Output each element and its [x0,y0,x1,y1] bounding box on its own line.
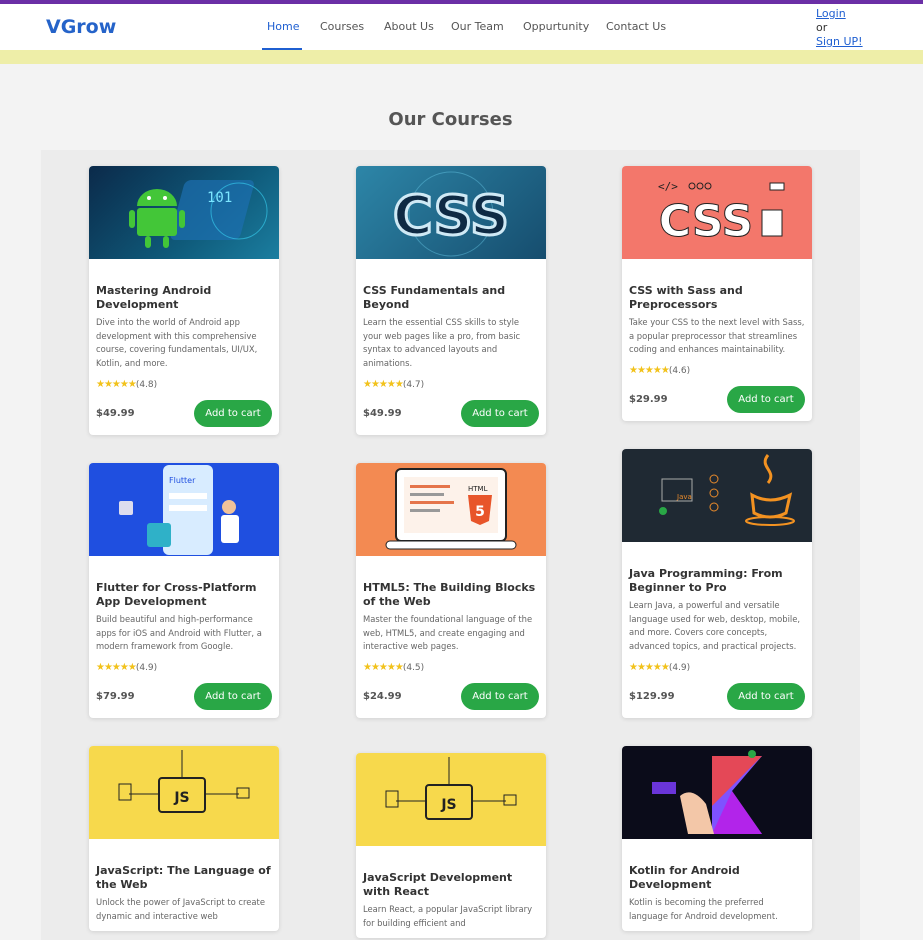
svg-text:CSS: CSS [659,196,754,247]
rating-value: (4.5) [402,663,425,674]
course-title: CSS Fundamentals and Beyond [363,284,506,311]
course-rating: ★★★★★(4.7) [363,379,539,390]
svg-text:CSS: CSS [393,184,509,247]
course-card-kotlin: Kotlin for Android Development Kotlin is… [622,746,812,932]
css-logo-icon: CSS [392,171,511,257]
rating-stars: ★★★★★ [96,378,137,390]
rating-stars: ★★★★★ [363,662,404,674]
course-rating: ★★★★★(4.9) [629,662,805,673]
auth-links: Login or Sign UP! [816,7,863,49]
navbar: VGrow Home Courses About Us Our Team Opp… [0,4,923,50]
nav-opportunity[interactable]: Oppurtunity [523,20,589,33]
add-to-cart-button[interactable]: Add to cart [194,683,272,711]
course-price: $49.99 [363,407,402,419]
add-to-cart-button[interactable]: Add to cart [727,386,805,414]
course-description: Learn React, a popular JavaScript librar… [363,904,533,928]
html5-laptop-icon: HTML 5 [385,468,517,550]
add-to-cart-button[interactable]: Add to cart [461,399,539,427]
course-title: Java Programming: From Beginner to Pro [629,567,783,594]
android-robot-icon: 101 [129,180,268,248]
react-course-image: JS [356,753,546,846]
course-title: Mastering Android Development [96,284,212,311]
svg-text:</>: </> [658,180,678,193]
css-document-icon: </> CSS [658,180,785,248]
course-card-java: Java Java Programming: From Beginner to … [622,449,812,718]
java-course-image: Java [622,449,812,542]
course-card-html5: HTML 5 HTML5: The Building Blocks of the… [356,463,546,719]
html5-course-image: HTML 5 [356,463,546,556]
course-price: $29.99 [629,394,668,406]
course-description: Kotlin is becoming the preferred languag… [629,897,778,921]
nav-contact[interactable]: Contact Us [606,20,666,33]
css-course-image: CSS [356,166,546,259]
course-card-css: CSS CSS Fundamentals and Beyond Learn th… [356,166,546,435]
course-card-sass: </> CSS CSS with Sass and Preprocessors … [622,166,812,422]
course-description: Master the foundational language of the … [363,614,533,652]
rating-value: (4.9) [668,662,691,673]
course-price: $79.99 [96,691,135,703]
kotlin-logo-icon [652,750,762,834]
course-title: HTML5: The Building Blocks of the Web [363,581,536,608]
course-card-javascript: JS JavaScript: The Language of the Web U… [89,746,279,932]
course-rating: ★★★★★(4.5) [363,662,539,673]
course-description: Build beautiful and high-performance app… [96,614,262,652]
course-title: CSS with Sass and Preprocessors [629,284,743,311]
course-price: $24.99 [363,691,402,703]
rating-stars: ★★★★★ [629,365,670,377]
java-cup-icon: Java [659,454,795,526]
course-description: Learn the essential CSS skills to style … [363,317,521,369]
svg-text:5: 5 [475,504,485,520]
sass-course-image: </> CSS [622,166,812,259]
course-rating: ★★★★★(4.8) [96,379,272,390]
add-to-cart-button[interactable]: Add to cart [727,682,805,710]
kotlin-course-image [622,746,812,839]
add-to-cart-button[interactable]: Add to cart [194,399,272,427]
course-card-flutter: Flutter Flutter for Cross-Platform App D… [89,463,279,719]
course-price: $49.99 [96,407,135,419]
flutter-phone-icon: Flutter [119,465,239,555]
nav-home[interactable]: Home [267,20,299,33]
course-card-android: 101 Mastering Android Development Dive i… [89,166,279,435]
rating-value: (4.6) [668,366,691,377]
course-title: Flutter for Cross-Platform App Developme… [96,581,257,608]
brand-logo[interactable]: VGrow [46,16,116,38]
course-description: Unlock the power of JavaScript to create… [96,897,265,921]
svg-text:HTML: HTML [468,485,488,493]
course-title: JavaScript Development with React [363,871,513,898]
course-price: $129.99 [629,690,675,702]
svg-text:JS: JS [440,797,456,813]
course-rating: ★★★★★(4.9) [96,662,272,673]
rating-stars: ★★★★★ [363,378,404,390]
rating-stars: ★★★★★ [629,661,670,673]
course-title: JavaScript: The Language of the Web [96,864,271,891]
rating-value: (4.7) [402,379,425,390]
javascript-course-image: JS [89,746,279,839]
login-link[interactable]: Login [816,7,863,21]
signup-link[interactable]: Sign UP! [816,35,863,49]
nav-team[interactable]: Our Team [451,20,504,33]
page-title: Our Courses [388,109,513,130]
course-rating: ★★★★★(4.6) [629,365,805,376]
js-circuit-icon: JS [118,750,250,813]
svg-text:Flutter: Flutter [169,476,196,485]
add-to-cart-button[interactable]: Add to cart [461,683,539,711]
course-card-react: JS JavaScript Development with React Lea… [356,753,546,939]
svg-text:Java: Java [676,493,692,501]
yellow-banner [0,50,923,64]
nav-courses[interactable]: Courses [320,20,364,33]
course-description: Take your CSS to the next level with Sas… [629,317,805,355]
auth-or-text: or [816,21,828,34]
nav-about[interactable]: About Us [384,20,434,33]
course-title: Kotlin for Android Development [629,864,740,891]
rating-stars: ★★★★★ [96,662,137,674]
rating-value: (4.9) [135,663,158,674]
course-description: Dive into the world of Android app devel… [96,317,258,369]
android-course-image: 101 [89,166,279,259]
flutter-course-image: Flutter [89,463,279,556]
js-circuit-icon: JS [385,757,517,820]
svg-text:JS: JS [173,790,189,806]
rating-value: (4.8) [135,379,158,390]
svg-text:101: 101 [207,190,232,206]
course-description: Learn Java, a powerful and versatile lan… [629,600,801,652]
